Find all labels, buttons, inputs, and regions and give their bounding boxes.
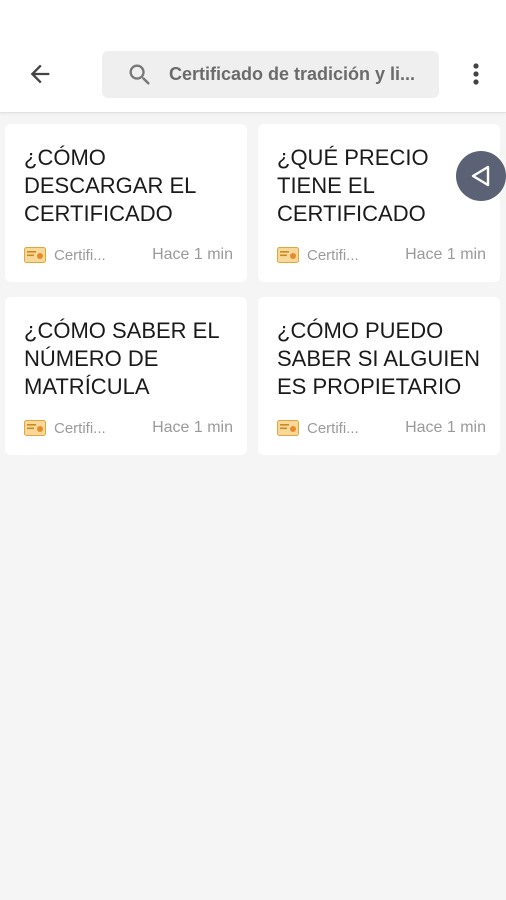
certificate-icon (24, 247, 46, 263)
card-source: Certifi... (54, 419, 106, 437)
card-title: ¿CÓMO DESCARGAR EL CERTIFICADO (24, 145, 196, 226)
card-time: Hace 1 min (152, 246, 233, 263)
card-title: ¿CÓMO PUEDO SABER SI ALGUIEN ES PROPIETA… (277, 318, 480, 399)
article-card[interactable]: ¿CÓMO DESCARGAR EL CERTIFICADO Certifi..… (5, 124, 247, 282)
article-card[interactable]: ¿CÓMO PUEDO SABER SI ALGUIEN ES PROPIETA… (258, 297, 500, 455)
article-card[interactable]: ¿CÓMO SABER EL NÚMERO DE MATRÍCULA Certi… (5, 297, 247, 455)
card-time: Hace 1 min (152, 419, 233, 436)
card-time: Hace 1 min (405, 246, 486, 263)
search-bar[interactable] (102, 51, 439, 98)
certificate-icon (277, 247, 299, 263)
card-meta: Certifi... Hace 1 min (277, 244, 486, 266)
card-meta: Certifi... Hace 1 min (24, 244, 233, 266)
certificate-icon (24, 420, 46, 436)
arrow-left-icon (30, 64, 50, 84)
certificate-icon (277, 420, 299, 436)
search-icon (129, 64, 150, 85)
article-card[interactable]: ¿QUÉ PRECIO TIENE EL CERTIFICADO Certifi… (258, 124, 500, 282)
more-options-button[interactable] (458, 54, 494, 94)
search-input[interactable] (169, 51, 427, 98)
card-source: Certifi... (307, 419, 359, 437)
card-source: Certifi... (54, 246, 106, 264)
top-app-bar (0, 0, 506, 113)
card-meta: Certifi... Hace 1 min (24, 417, 233, 439)
card-source: Certifi... (307, 246, 359, 264)
card-meta: Certifi... Hace 1 min (277, 417, 486, 439)
floating-nav-button[interactable] (456, 151, 506, 201)
triangle-left-icon (471, 165, 490, 187)
card-time: Hace 1 min (405, 419, 486, 436)
card-title: ¿CÓMO SABER EL NÚMERO DE MATRÍCULA (24, 318, 219, 399)
back-button[interactable] (18, 52, 62, 96)
more-vertical-icon (473, 63, 479, 85)
